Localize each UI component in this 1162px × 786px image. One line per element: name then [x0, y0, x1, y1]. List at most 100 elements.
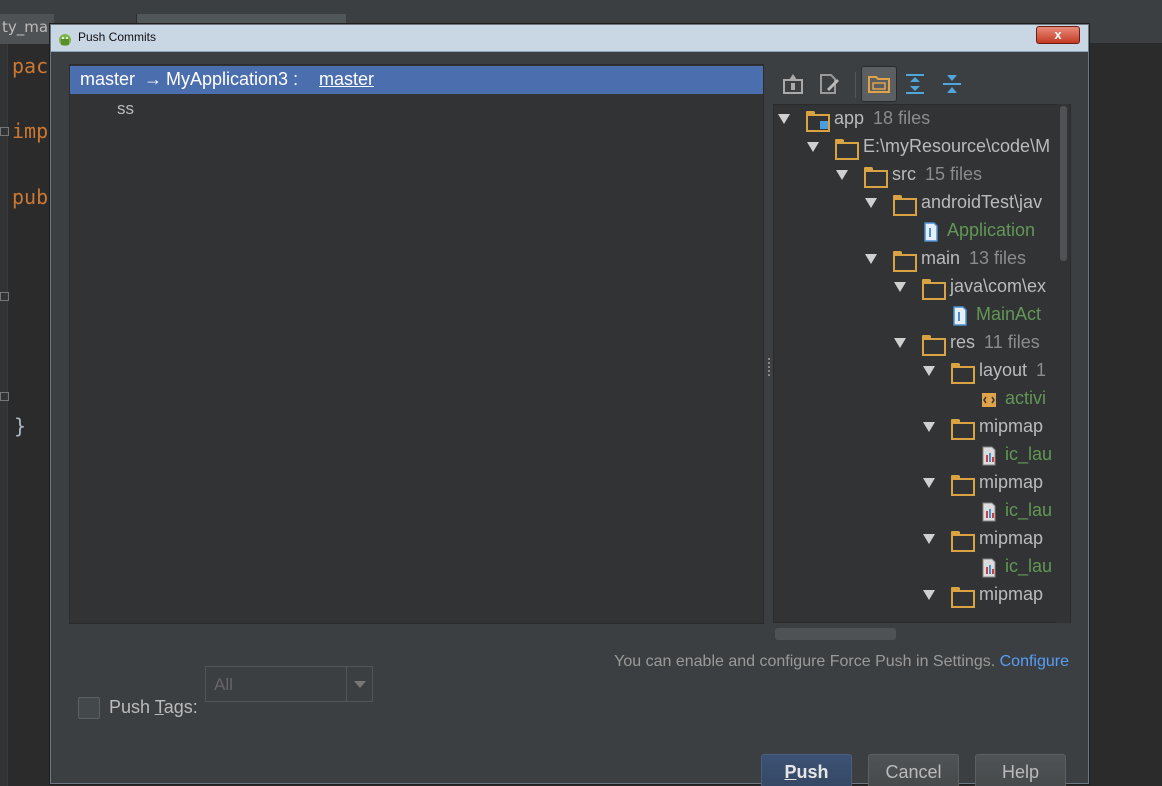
tree-row[interactable]: java\com\ex	[774, 274, 1054, 302]
push-tags-label-part: Push	[109, 697, 155, 717]
push-mnemonic: P	[784, 762, 797, 782]
tree-row-label: ic_lau	[1005, 500, 1052, 521]
commit-item[interactable]: ss	[117, 99, 134, 119]
tree-row-label: layout 1	[979, 360, 1046, 381]
tree-row-label: E:\myResource\code\M	[863, 136, 1050, 157]
module-marker-icon	[820, 121, 828, 129]
edit-source-icon[interactable]	[816, 71, 842, 97]
code-line: pub	[12, 185, 49, 209]
expand-arrow-icon[interactable]	[807, 142, 819, 152]
tree-row[interactable]: Application	[774, 218, 1054, 246]
tree-row[interactable]: main 13 files	[774, 246, 1054, 274]
folder-icon	[835, 139, 859, 160]
push-commits-dialog: Push Commits x master → MyApplication3 :…	[50, 24, 1089, 786]
dialog-content: master → MyApplication3 : master ss app …	[54, 52, 1085, 786]
tree-row-name: res	[950, 332, 976, 352]
expand-arrow-icon[interactable]	[923, 422, 935, 432]
tree-row[interactable]: activi	[774, 386, 1054, 414]
fold-icon[interactable]	[0, 292, 9, 301]
expand-arrow-icon[interactable]	[865, 198, 877, 208]
folder-icon	[922, 335, 946, 356]
scrollbar-thumb[interactable]	[1060, 106, 1067, 261]
commit-list-panel: master → MyApplication3 : master ss	[69, 64, 764, 624]
editor-gutter	[0, 44, 8, 786]
expand-arrow-icon[interactable]	[778, 114, 790, 124]
xml-file-icon	[982, 393, 996, 407]
tree-row[interactable]: mipmap	[774, 470, 1054, 498]
target-repo: MyApplication3 :	[166, 69, 299, 89]
folder-icon	[864, 167, 888, 188]
configure-link[interactable]: Configure	[1000, 653, 1069, 670]
tree-row-label: res 11 files	[950, 332, 1040, 353]
tree-row-label: mipmap	[979, 416, 1043, 437]
fold-icon[interactable]	[0, 392, 9, 401]
expand-arrow-icon[interactable]	[836, 170, 848, 180]
expand-arrow-icon[interactable]	[923, 478, 935, 488]
tree-row-name: main	[921, 248, 961, 268]
folder-icon	[951, 587, 975, 608]
tree-row[interactable]: res 11 files	[774, 330, 1054, 358]
tree-row-label: java\com\ex	[950, 276, 1046, 297]
tree-row[interactable]: mipmap	[774, 526, 1054, 554]
group-by-directory-icon[interactable]	[861, 66, 897, 102]
folder-icon	[893, 251, 917, 272]
push-tags-select[interactable]: All	[205, 666, 373, 702]
expand-all-icon[interactable]	[902, 71, 928, 97]
tree-row[interactable]: ic_lau	[774, 554, 1054, 582]
tree-row[interactable]: MainAct	[774, 302, 1054, 330]
dialog-titlebar[interactable]: Push Commits x	[51, 25, 1088, 52]
push-tags-mnemonic: T	[154, 697, 164, 717]
splitter-handle[interactable]	[766, 356, 772, 378]
tree-row[interactable]: ic_lau	[774, 442, 1054, 470]
tree-row-count: 1	[1036, 360, 1047, 380]
expand-arrow-icon[interactable]	[923, 534, 935, 544]
close-button[interactable]: x	[1036, 26, 1080, 44]
expand-arrow-icon[interactable]	[894, 282, 906, 292]
expand-arrow-icon[interactable]	[894, 338, 906, 348]
fold-icon[interactable]	[0, 127, 9, 136]
expand-arrow-icon[interactable]	[923, 590, 935, 600]
cancel-button[interactable]: Cancel	[868, 754, 959, 786]
tree-row-name: ic_lau	[1005, 556, 1053, 576]
tree-row-label: main 13 files	[921, 248, 1026, 269]
tree-row[interactable]: layout 1	[774, 358, 1054, 386]
tree-row-name: mipmap	[979, 472, 1044, 492]
toolbar-separator	[855, 72, 856, 98]
tree-vertical-scrollbar[interactable]	[1057, 104, 1069, 623]
help-button[interactable]: Help	[975, 754, 1066, 786]
tree-row-name: app	[834, 108, 865, 128]
target-branch-link[interactable]: master	[319, 69, 374, 90]
tree-row[interactable]: src 15 files	[774, 162, 1054, 190]
tree-horizontal-scrollbar[interactable]	[775, 628, 896, 640]
editor-tab-label: ty_ma	[2, 18, 49, 36]
tree-row-name: mipmap	[979, 584, 1044, 604]
tree-row-label: MainAct	[976, 304, 1041, 325]
branch-row-selected[interactable]: master → MyApplication3 : master	[70, 66, 763, 94]
tree-row[interactable]: app 18 files	[774, 106, 1054, 134]
push-tags-label[interactable]: Push Tags:	[109, 697, 198, 718]
tree-row-name: E:\myResource\code\M	[863, 136, 1051, 156]
tree-row[interactable]: mipmap	[774, 414, 1054, 442]
tree-row-label: src 15 files	[892, 164, 982, 185]
show-diff-icon[interactable]	[780, 71, 806, 97]
tree-row-name: java\com\ex	[950, 276, 1047, 296]
tree-row[interactable]: ic_lau	[774, 498, 1054, 526]
tree-row-name: androidTest\jav	[921, 192, 1043, 212]
source-branch: master	[80, 69, 136, 89]
java-file-icon	[953, 306, 967, 326]
tree-row-count: 15 files	[925, 164, 983, 184]
push-tags-checkbox[interactable]	[78, 697, 100, 719]
tree-row[interactable]: mipmap	[774, 582, 1054, 610]
force-push-text: You can enable and configure Force Push …	[614, 653, 996, 670]
push-label: ush	[796, 762, 829, 782]
tree-row[interactable]: androidTest\jav	[774, 190, 1054, 218]
expand-arrow-icon[interactable]	[865, 254, 877, 264]
push-tags-label-part: ags:	[163, 697, 198, 717]
expand-arrow-icon[interactable]	[923, 366, 935, 376]
push-button[interactable]: Push	[761, 754, 852, 786]
editor-tab[interactable]: ty_ma	[0, 14, 55, 44]
tree-row[interactable]: E:\myResource\code\M	[774, 134, 1054, 162]
code-line: pac	[12, 54, 49, 78]
chevron-down-icon[interactable]	[346, 667, 372, 701]
collapse-all-icon[interactable]	[939, 71, 965, 97]
